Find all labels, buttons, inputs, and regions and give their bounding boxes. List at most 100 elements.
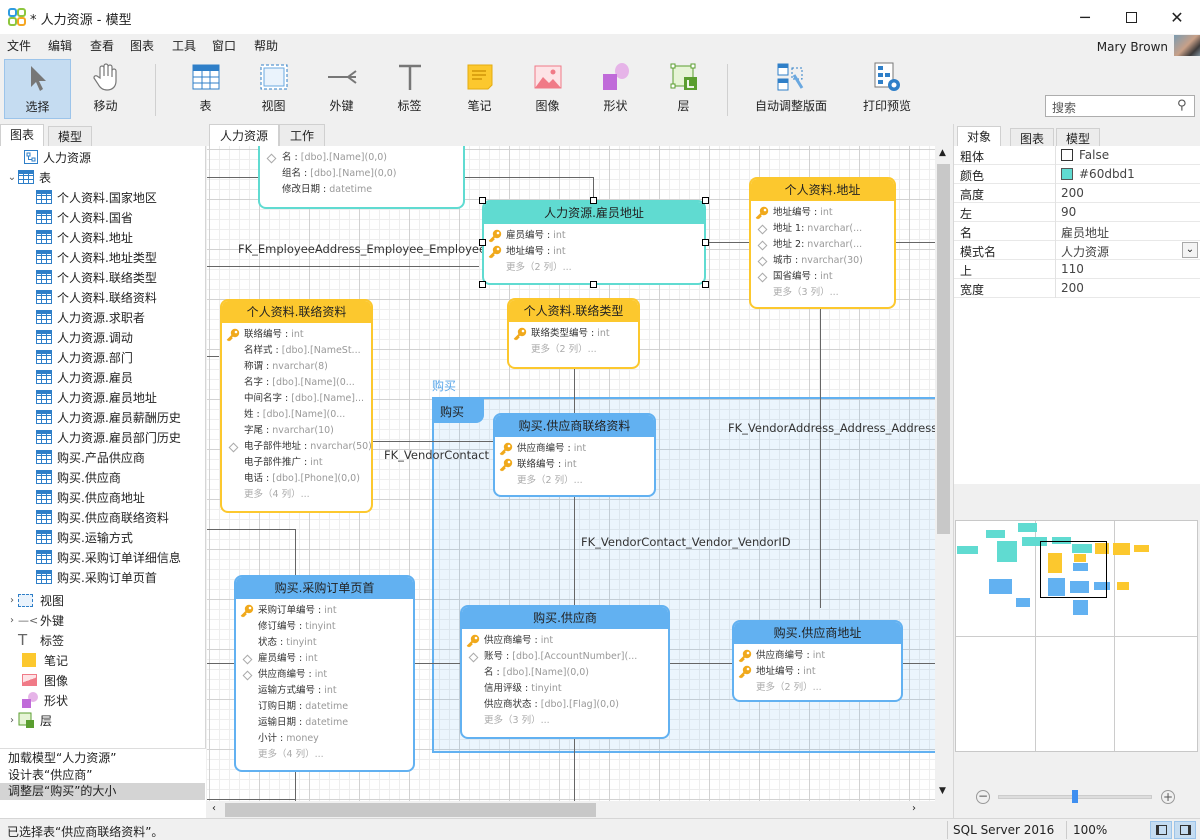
column-row[interactable]: 修订编号 : tinyint xyxy=(236,619,413,635)
more-columns-link[interactable]: 更多（2 列）... xyxy=(509,342,638,358)
column-row[interactable]: 账号 : [dbo].[AccountNumber](... xyxy=(462,649,668,665)
tab-object[interactable]: 对象 xyxy=(957,126,1002,148)
column-row[interactable]: 供应商编号 : int xyxy=(236,667,413,683)
tree-item-table[interactable]: 人力资源.求职者 xyxy=(36,307,145,327)
tool-shape[interactable]: 形状 xyxy=(582,59,649,119)
entity-table[interactable]: 购买.供应商 供应商编号 : int 账号 : [dbo].[AccountNumb… xyxy=(460,605,670,739)
tree-item-table[interactable]: 个人资料.国省 xyxy=(36,207,133,227)
more-columns-link[interactable]: 更多（2 列）... xyxy=(484,260,704,276)
menu-diagram[interactable]: 图表 xyxy=(130,37,154,54)
column-row[interactable]: 字尾 : nvarchar(10) xyxy=(222,423,371,439)
column-row[interactable]: 中间名字 : [dbo].[Name]... xyxy=(222,391,371,407)
history-item[interactable]: 加载模型“人力资源” xyxy=(0,750,205,767)
column-row[interactable]: 供应商状态 : [dbo].[Flag](0,0) xyxy=(462,697,668,713)
resize-handle[interactable] xyxy=(479,197,486,204)
chevron-down-icon[interactable]: ⌄ xyxy=(6,172,18,183)
resize-handle[interactable] xyxy=(702,281,709,288)
user-name[interactable]: Mary Brown xyxy=(1097,40,1168,54)
column-row[interactable]: 运输日期 : datetime xyxy=(236,715,413,731)
resize-handle[interactable] xyxy=(479,239,486,246)
column-row[interactable]: 联络编号 : int xyxy=(495,457,654,473)
entity-table[interactable]: 个人资料.联络资料 联络编号 : int 名样式 : [dbo].[NameSt..… xyxy=(220,299,373,513)
menu-window[interactable]: 窗口 xyxy=(212,37,236,54)
toggle-right-panel-button[interactable] xyxy=(1174,821,1196,839)
column-row[interactable]: 运输方式编号 : int xyxy=(236,683,413,699)
property-row[interactable]: 上 110 xyxy=(954,260,1200,279)
column-row[interactable]: 信用评级 : tinyint xyxy=(462,681,668,697)
tree-group-notes[interactable]: 笔记 xyxy=(22,650,68,670)
tool-label[interactable]: 标签 xyxy=(376,59,443,119)
property-row[interactable]: 宽度 200 xyxy=(954,279,1200,298)
tree-item-table[interactable]: 购买.运输方式 xyxy=(36,527,133,547)
fk-label[interactable]: FK_VendorContact_Vendor_VendorID xyxy=(581,535,791,549)
column-row[interactable]: 联络类型编号 : int xyxy=(509,326,638,342)
history-item-selected[interactable]: 调整层“购买”的大小 xyxy=(0,783,205,800)
tree-group-images[interactable]: 图像 xyxy=(22,670,68,690)
entity-table[interactable]: 个人资料.地址 地址编号 : int 地址 1: nvarchar(... 地址 2:… xyxy=(749,177,896,309)
column-row[interactable]: 小计 : money xyxy=(236,731,413,747)
property-row[interactable]: 粗体 False xyxy=(954,146,1200,165)
entity-table[interactable]: 名 : [dbo].[Name](0,0) 组名 : [dbo].[Name](0… xyxy=(258,146,465,209)
tree-item-table[interactable]: 人力资源.雇员 xyxy=(36,367,133,387)
resize-handle[interactable] xyxy=(479,281,486,288)
resize-handle[interactable] xyxy=(590,197,597,204)
column-row[interactable]: 地址编号 : int xyxy=(734,664,901,680)
tab-diagram[interactable]: 图表 xyxy=(1010,128,1055,148)
tree-item-table[interactable]: 购买.采购订单页首 xyxy=(36,567,157,587)
column-row[interactable]: 供应商编号 : int xyxy=(734,648,901,664)
column-row[interactable]: 修改日期 : datetime xyxy=(260,182,463,198)
tool-image[interactable]: 图像 xyxy=(514,59,581,119)
column-row[interactable]: 电子部件推广 : int xyxy=(222,455,371,471)
tool-select[interactable]: 选择 xyxy=(4,59,71,119)
tab-model[interactable]: 模型 xyxy=(1056,128,1101,148)
minimap[interactable] xyxy=(955,520,1198,752)
canvas-tab-hr[interactable]: 人力资源 xyxy=(209,124,280,147)
tab-diagram[interactable]: 图表 xyxy=(0,124,45,146)
tree-group-labels[interactable]: T 标签 xyxy=(18,630,64,650)
minimap-viewport[interactable] xyxy=(1040,541,1107,598)
tool-auto-layout[interactable]: 自动调整版面 xyxy=(745,59,837,119)
tree-item-table[interactable]: 人力资源.调动 xyxy=(36,327,133,347)
close-button[interactable]: ✕ xyxy=(1154,0,1200,34)
column-row[interactable]: 雇员编号 : int xyxy=(484,228,704,244)
column-row[interactable]: 组名 : [dbo].[Name](0,0) xyxy=(260,166,463,182)
horizontal-scroll-thumb[interactable] xyxy=(225,803,596,817)
tool-view[interactable]: 视图 xyxy=(240,59,307,119)
resize-handle[interactable] xyxy=(702,239,709,246)
menu-tools[interactable]: 工具 xyxy=(172,37,196,54)
more-columns-link[interactable]: 更多（2 列）... xyxy=(495,473,654,489)
tool-table[interactable]: 表 xyxy=(172,59,239,119)
tree-item-table[interactable]: 个人资料.联络资料 xyxy=(36,287,157,307)
chevron-right-icon[interactable]: › xyxy=(6,595,18,606)
tree-group-tables[interactable]: ⌄ 表 xyxy=(6,167,51,187)
chevron-right-icon[interactable]: › xyxy=(6,615,18,626)
color-swatch[interactable] xyxy=(1061,168,1073,180)
column-row[interactable]: 国省编号 : int xyxy=(751,269,894,285)
column-row[interactable]: 名 : [dbo].[Name](0,0) xyxy=(260,150,463,166)
tree-group-foreign-keys[interactable]: › —< 外键 xyxy=(6,610,64,630)
tree-item-table[interactable]: 个人资料.地址 xyxy=(36,227,133,247)
zoom-out-button[interactable]: − xyxy=(976,790,990,804)
column-row[interactable]: 地址 1: nvarchar(... xyxy=(751,221,894,237)
tree-item-table[interactable]: 人力资源.部门 xyxy=(36,347,133,367)
tool-note[interactable]: 笔记 xyxy=(446,59,513,119)
more-columns-link[interactable]: 更多（2 列）... xyxy=(734,680,901,696)
tool-print-preview[interactable]: 打印预览 xyxy=(852,59,922,119)
tool-move[interactable]: 移动 xyxy=(72,59,139,119)
toggle-left-panel-button[interactable] xyxy=(1150,821,1172,839)
history-item[interactable]: 设计表“供应商” xyxy=(0,767,205,784)
scroll-right-icon[interactable]: › xyxy=(912,803,916,814)
column-row[interactable]: 订购日期 : datetime xyxy=(236,699,413,715)
column-row[interactable]: 名字 : [dbo].[Name](0... xyxy=(222,375,371,391)
zoom-slider-thumb[interactable] xyxy=(1072,790,1078,803)
column-row[interactable]: 地址编号 : int xyxy=(751,205,894,221)
menu-help[interactable]: 帮助 xyxy=(254,37,278,54)
column-row[interactable]: 电子部件地址 : nvarchar(50) xyxy=(222,439,371,455)
search-input[interactable]: 搜索 xyxy=(1045,95,1195,117)
column-row[interactable]: 名 : [dbo].[Name](0,0) xyxy=(462,665,668,681)
entity-table[interactable]: 购买.供应商联络资料 供应商编号 : int 联络编号 : int 更多（2 列）..… xyxy=(493,413,656,497)
menu-file[interactable]: 文件 xyxy=(7,37,31,54)
tree-item-table[interactable]: 个人资料.联络类型 xyxy=(36,267,157,287)
tree-item-table[interactable]: 购买.采购订单详细信息 xyxy=(36,547,181,567)
more-columns-link[interactable]: 更多（3 列）... xyxy=(751,285,894,301)
